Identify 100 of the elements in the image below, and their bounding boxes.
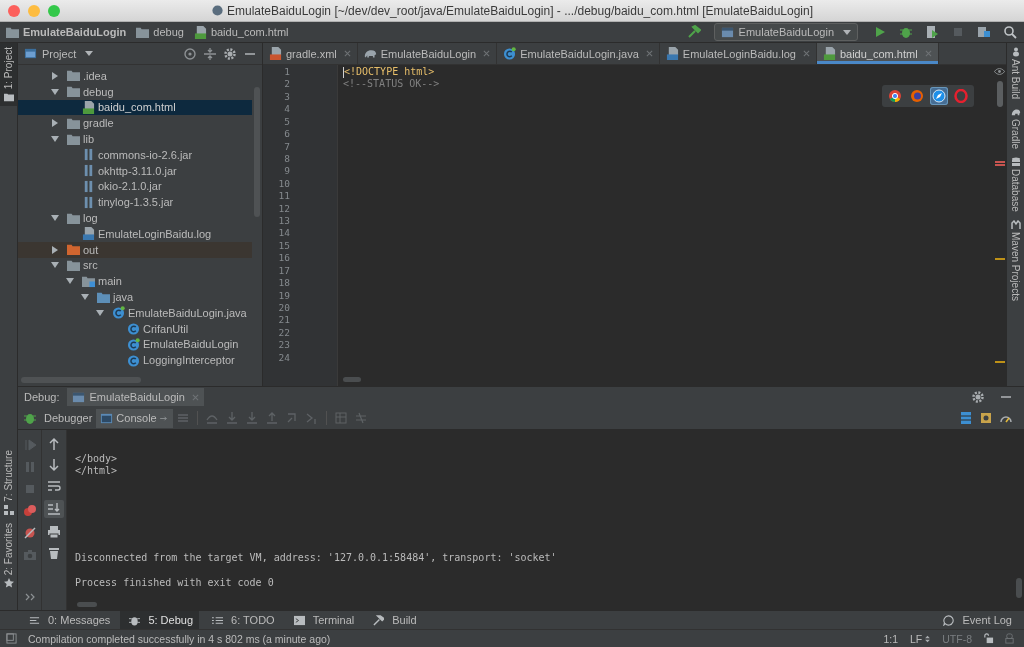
tree-item[interactable]: EmulateBaiduLogin <box>18 336 252 353</box>
scrollbar-thumb[interactable] <box>343 377 361 382</box>
editor-tab[interactable]: EmulateBaiduLogin.java <box>497 43 660 64</box>
eye-icon[interactable] <box>994 68 1005 75</box>
hammer-icon[interactable] <box>686 25 701 39</box>
coverage-icon[interactable] <box>925 25 939 39</box>
tree-item[interactable]: commons-io-2.6.jar <box>18 147 252 163</box>
zoom-window-button[interactable] <box>48 5 60 17</box>
scrollbar-thumb[interactable] <box>77 602 97 607</box>
disclosure-arrow-icon[interactable] <box>51 71 59 80</box>
tree-item[interactable]: out <box>18 241 252 258</box>
unlock-icon[interactable] <box>983 633 994 644</box>
tree-item[interactable]: gradle <box>18 115 252 132</box>
error-marker[interactable] <box>995 164 1005 166</box>
error-marker[interactable] <box>995 161 1005 163</box>
tree-item[interactable]: tinylog-1.3.5.jar <box>18 194 252 211</box>
tree-item[interactable]: lib <box>18 131 252 147</box>
disclosure-arrow-icon[interactable] <box>96 308 104 317</box>
breadcrumb[interactable]: baidu_com.html <box>193 25 289 39</box>
disclosure-arrow-icon[interactable] <box>81 293 89 302</box>
tree-item[interactable]: LoggingInterceptor <box>18 352 252 369</box>
settings-icon[interactable] <box>971 390 985 404</box>
disclosure-arrow-icon[interactable] <box>51 214 59 223</box>
line-separator-dropdown[interactable]: LF <box>910 632 931 645</box>
close-icon[interactable] <box>645 50 653 57</box>
close-icon[interactable] <box>483 50 491 57</box>
close-window-button[interactable] <box>8 5 20 17</box>
soft-wrap-icon[interactable] <box>47 479 61 493</box>
close-icon[interactable] <box>343 50 351 57</box>
tree-item[interactable]: okhttp-3.11.0.jar <box>18 162 252 179</box>
run-to-cursor-icon[interactable] <box>304 411 319 425</box>
collapse-all-icon[interactable] <box>203 46 217 61</box>
browser-button[interactable] <box>886 87 904 105</box>
debug-session-tab[interactable]: EmulateBaiduLogin <box>67 388 204 406</box>
disclosure-arrow-icon[interactable] <box>51 87 59 96</box>
warning-marker[interactable] <box>995 258 1005 260</box>
layout-icon[interactable] <box>959 411 973 425</box>
editor-tab[interactable]: baidu_com.html <box>816 43 939 64</box>
scrollbar-thumb[interactable] <box>997 81 1003 107</box>
tree-item[interactable]: okio-2.1.0.jar <box>18 178 252 195</box>
tool-window-button[interactable]: 1: Project <box>0 43 17 107</box>
tree-item[interactable]: java <box>18 289 252 305</box>
debug-tab[interactable]: Console <box>96 408 173 428</box>
tree-item[interactable]: baidu_com.html <box>18 99 252 116</box>
tool-window-tab[interactable]: 5: Debug <box>120 611 200 629</box>
editor-tab[interactable]: EmulateLoginBaidu.log <box>659 43 817 64</box>
memory-icon[interactable] <box>979 411 993 425</box>
panel-toggle-icon[interactable] <box>6 633 17 644</box>
event-log-button[interactable]: Event Log <box>934 611 1018 629</box>
disclosure-arrow-icon[interactable] <box>51 135 59 144</box>
step-out-icon[interactable] <box>264 411 279 425</box>
breadcrumb[interactable]: EmulateBaiduLogin <box>6 25 127 39</box>
scrollbar-thumb[interactable] <box>1016 578 1022 598</box>
close-icon[interactable] <box>191 393 199 401</box>
close-icon[interactable] <box>924 50 932 57</box>
tree-item[interactable]: main <box>18 273 252 290</box>
tree-item[interactable]: log <box>18 210 252 226</box>
disclosure-arrow-icon[interactable] <box>51 245 59 254</box>
breadcrumb[interactable]: debug <box>136 25 184 39</box>
tree-item[interactable]: src <box>18 257 252 274</box>
run-icon[interactable] <box>873 25 887 39</box>
run-configuration-dropdown[interactable]: EmulateBaiduLogin <box>713 23 858 41</box>
tool-window-button[interactable]: Database <box>1007 157 1024 212</box>
project-structure-icon[interactable] <box>977 25 991 39</box>
tool-window-button[interactable]: Ant Build <box>1007 47 1024 100</box>
disclosure-arrow-icon[interactable] <box>51 261 59 270</box>
breakpoints-icon[interactable] <box>22 504 37 518</box>
mute-breakpoints-icon[interactable] <box>22 526 37 540</box>
disclosure-arrow-icon[interactable] <box>66 277 74 286</box>
close-icon[interactable] <box>802 50 810 57</box>
scroll-to-end-button[interactable] <box>44 500 64 518</box>
search-icon[interactable] <box>1003 25 1017 39</box>
browser-button[interactable] <box>930 87 948 105</box>
tool-window-tab[interactable]: Build <box>364 611 423 629</box>
tree-item[interactable]: EmulateLoginBaidu.log <box>18 225 252 242</box>
up-arrow-icon[interactable] <box>47 437 61 451</box>
cursor-position[interactable]: 1:1 <box>883 632 898 645</box>
tree-item[interactable]: .idea <box>18 68 252 84</box>
tree-item[interactable]: debug <box>18 83 252 100</box>
target-icon[interactable] <box>183 46 197 61</box>
print-icon[interactable] <box>47 525 61 539</box>
debug-icon[interactable] <box>899 25 913 39</box>
step-into-icon[interactable] <box>244 411 259 425</box>
disclosure-arrow-icon[interactable] <box>51 119 59 128</box>
tool-window-tab[interactable]: Terminal <box>284 611 361 629</box>
settings-icon[interactable] <box>223 46 237 61</box>
editor-tab[interactable]: gradle.xml <box>263 43 358 64</box>
tool-window-button[interactable]: Maven Projects <box>1007 219 1024 301</box>
tool-window-button[interactable]: 7: Structure <box>0 446 17 519</box>
project-view-dropdown[interactable]: Project <box>24 47 94 60</box>
tree-item[interactable]: CrifanUtil <box>18 320 252 337</box>
trash-icon[interactable] <box>47 546 61 560</box>
editor-tab[interactable]: EmulateBaiduLogin <box>357 43 498 64</box>
debug-tab[interactable]: Debugger <box>40 408 97 428</box>
warning-marker[interactable] <box>995 361 1005 363</box>
tool-window-tab[interactable]: 0: Messages <box>20 611 117 629</box>
step-into-icon[interactable] <box>224 411 239 425</box>
tool-window-button[interactable]: 2: Favorites <box>0 518 17 593</box>
down-arrow-icon[interactable] <box>47 458 61 472</box>
tree-item[interactable]: EmulateBaiduLogin.java <box>18 304 252 321</box>
